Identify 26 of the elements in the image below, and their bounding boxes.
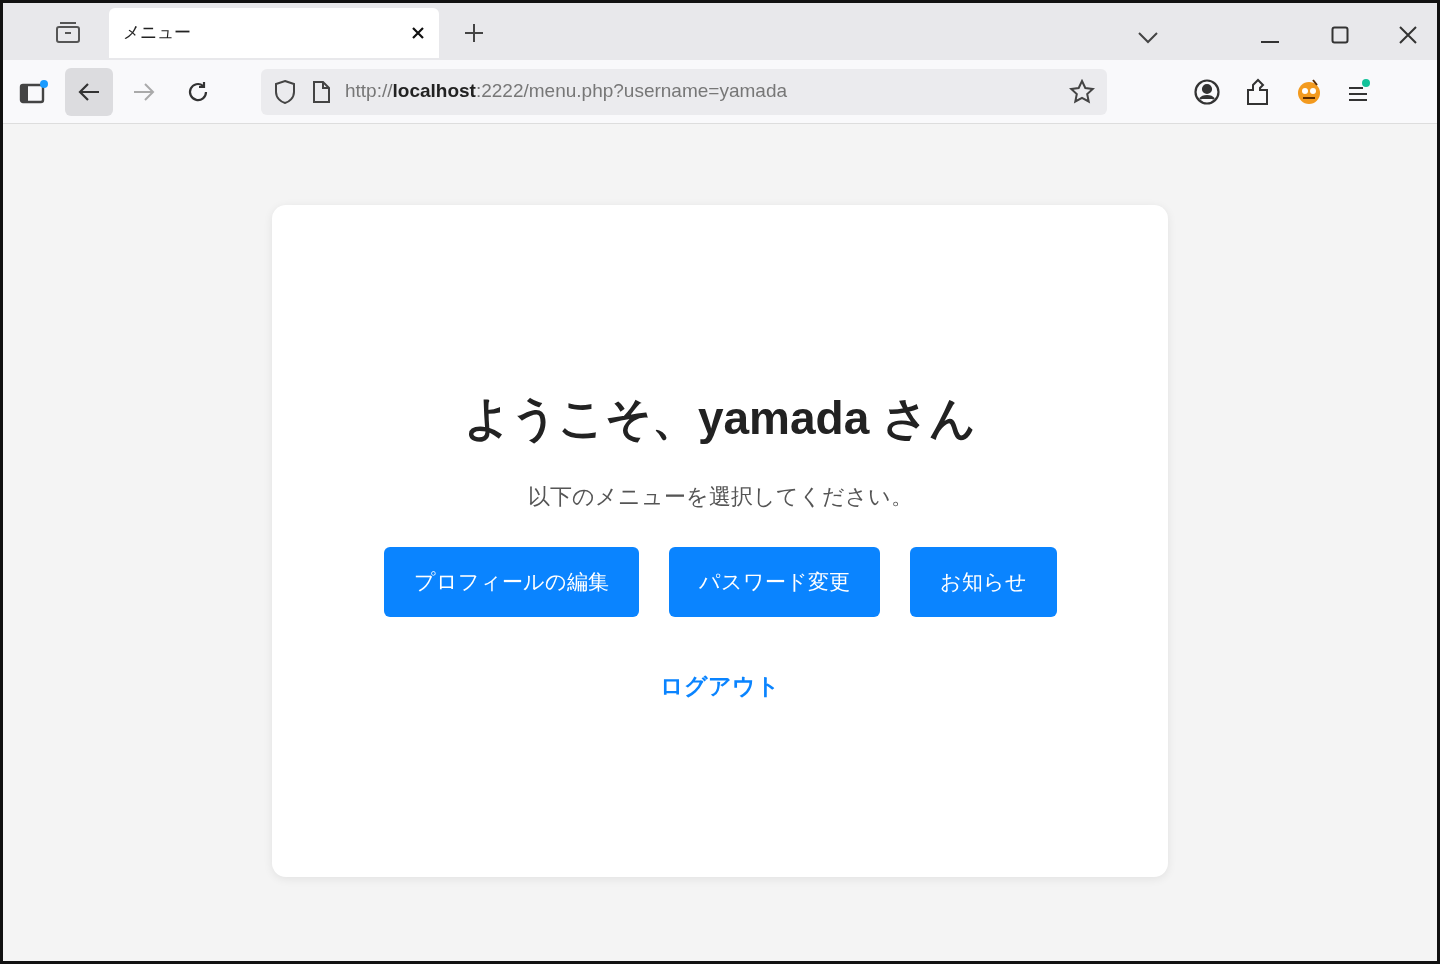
- account-icon[interactable]: [1193, 77, 1221, 106]
- welcome-heading: ようこそ、yamada さん: [463, 390, 977, 446]
- close-window-icon[interactable]: [1399, 26, 1417, 44]
- instruction-text: 以下のメニューを選択してください。: [527, 482, 913, 511]
- shield-icon: [273, 78, 297, 105]
- minimize-icon[interactable]: [1261, 40, 1279, 44]
- forward-arrow-icon: [132, 81, 156, 102]
- close-icon[interactable]: [411, 26, 425, 40]
- back-arrow-icon: [77, 81, 101, 102]
- sidebar-icon[interactable]: [19, 78, 49, 105]
- extensions-icon[interactable]: [1245, 77, 1271, 106]
- menu-button[interactable]: お知らせ: [909, 546, 1057, 617]
- tab-overflow-icon[interactable]: [1137, 30, 1159, 44]
- maximize-icon[interactable]: [1331, 26, 1349, 44]
- page-icon: [311, 79, 331, 104]
- menu-button[interactable]: パスワード変更: [668, 546, 880, 617]
- url-text: http://localhost:2222/menu.php?username=yamada: [345, 79, 789, 104]
- extension-icon[interactable]: [1295, 77, 1323, 106]
- back-button[interactable]: [65, 67, 113, 116]
- browser-tab[interactable]: メニュー: [109, 8, 439, 58]
- logout-link[interactable]: ログアウト: [660, 668, 780, 704]
- menu-button[interactable]: プロフィールの編集: [383, 546, 639, 617]
- address-bar[interactable]: http://localhost:2222/menu.php?username=yamada: [261, 68, 1107, 115]
- new-tab-icon[interactable]: [463, 22, 485, 44]
- star-icon[interactable]: [1069, 78, 1095, 105]
- reload-icon: [186, 79, 210, 104]
